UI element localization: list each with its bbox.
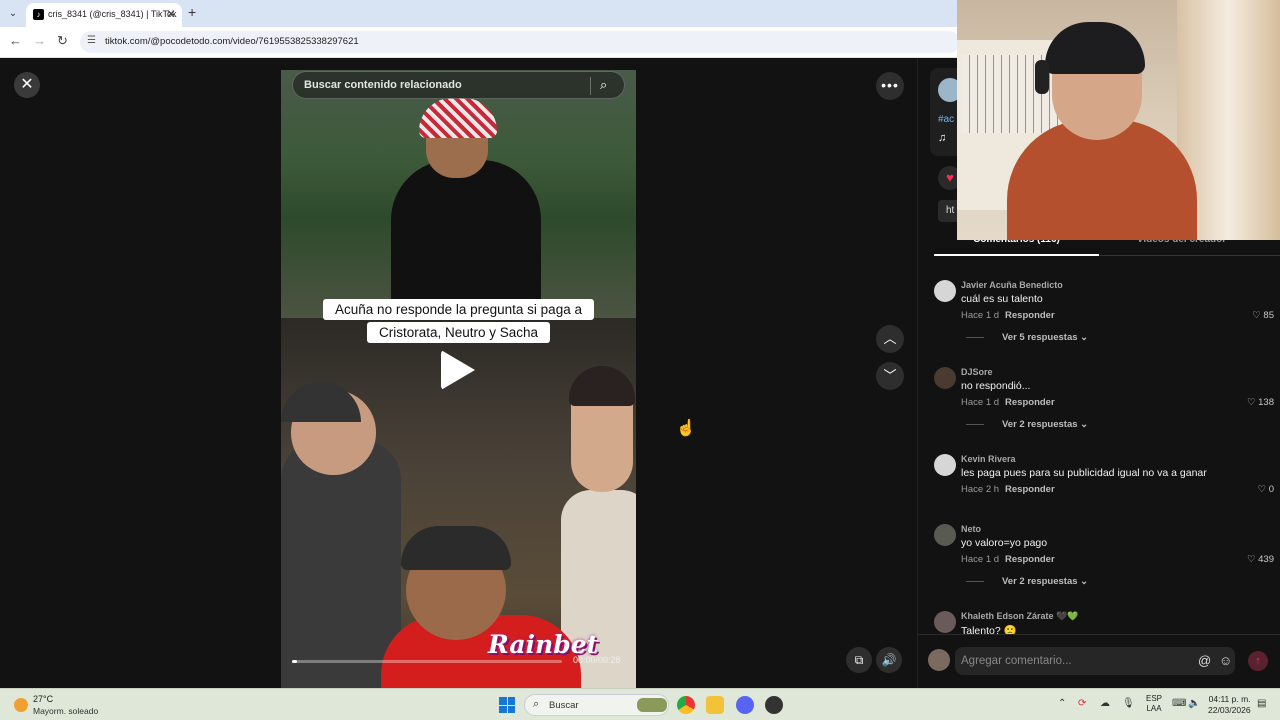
avatar[interactable]	[934, 454, 956, 476]
reply-button[interactable]: Responder	[1005, 310, 1055, 321]
comment-meta: Hace 1 d Responder	[961, 310, 1055, 321]
search-divider	[590, 77, 591, 95]
related-search-input[interactable]: Buscar contenido relacionado ⌕	[292, 71, 625, 99]
avatar[interactable]	[928, 649, 950, 671]
comment-text: cuál es su talento	[961, 293, 1043, 305]
reply-button[interactable]: Responder	[1005, 397, 1055, 408]
address-bar[interactable]: ☰ tiktok.com/@pocodetodo.com/video/76195…	[80, 31, 960, 53]
comment-input[interactable]: Agregar comentario...	[955, 647, 1235, 675]
new-tab-plus-icon[interactable]: +	[188, 4, 196, 20]
more-options-icon[interactable]: •••	[876, 72, 904, 100]
comment-username[interactable]: Khaleth Edson Zárate 🖤💚	[961, 611, 1078, 622]
search-icon[interactable]: ⌕	[600, 77, 607, 93]
progress-bar[interactable]	[292, 660, 562, 663]
sync-icon[interactable]: ⟳	[1078, 698, 1086, 709]
comment-list: Javier Acuña Benedicto cuál es su talent…	[918, 274, 1280, 634]
comment-username[interactable]: Kevin Rivera	[961, 454, 1016, 464]
avatar[interactable]	[934, 280, 956, 302]
reply-button[interactable]: Responder	[1005, 554, 1055, 565]
comment-text: Talento? 🙁	[961, 625, 1017, 634]
chrome-icon[interactable]	[677, 696, 695, 714]
hashtag-link[interactable]: #ac	[938, 114, 954, 125]
headset-icon	[1035, 60, 1049, 94]
add-comment-bar: Agregar comentario... @ ☺ ↑	[918, 634, 1280, 688]
floating-player-icon[interactable]: ⧉	[846, 647, 872, 673]
person-figure	[401, 526, 511, 570]
comment-username[interactable]: Neto	[961, 524, 981, 534]
streamer-figure	[1045, 22, 1145, 74]
tab-close-icon[interactable]: ✕	[166, 7, 176, 21]
chevron-up-icon[interactable]: ︿	[876, 325, 904, 353]
avatar[interactable]	[934, 611, 956, 633]
volume-icon[interactable]: 🔊	[876, 647, 902, 673]
comment-username[interactable]: Javier Acuña Benedicto	[961, 280, 1063, 290]
send-arrow-icon[interactable]: ↑	[1248, 651, 1268, 671]
chevron-down-icon[interactable]: ﹀	[876, 362, 904, 390]
file-explorer-icon[interactable]	[706, 696, 724, 714]
progress-fill	[292, 660, 298, 663]
browser-tab[interactable]: ♪ cris_8341 (@cris_8341) | TikTok ✕	[26, 3, 182, 27]
emoji-icon[interactable]: ☺	[1219, 653, 1232, 668]
url-text[interactable]: tiktok.com/@pocodetodo.com/video/7619553…	[105, 36, 359, 47]
network-icon[interactable]: ⌨	[1172, 698, 1186, 709]
tiktok-favicon-icon: ♪	[33, 9, 44, 20]
discord-icon[interactable]	[736, 696, 754, 714]
chevron-up-icon[interactable]: ⌃	[1058, 698, 1066, 709]
screen: ⌄ ♪ cris_8341 (@cris_8341) | TikTok ✕ + …	[0, 0, 1280, 720]
weather-temperature[interactable]: 27°C	[33, 694, 53, 704]
close-icon[interactable]: ✕	[14, 72, 40, 98]
tab-title: cris_8341 (@cris_8341) | TikTok	[48, 9, 177, 19]
music-note-icon[interactable]: ♫	[938, 132, 946, 144]
webcam-overlay	[957, 0, 1280, 240]
language-indicator[interactable]: ESP LAA	[1146, 694, 1162, 714]
mention-icon[interactable]: @	[1198, 653, 1211, 668]
microphone-icon[interactable]: 🎙	[1122, 698, 1135, 709]
view-replies-button[interactable]: Ver 2 respuestas ⌄	[966, 419, 1088, 430]
play-icon[interactable]	[441, 350, 475, 390]
video-caption-line-2: Cristorata, Neutro y Sacha	[281, 322, 636, 343]
taskbar-clock[interactable]: 04:11 p. m. 22/03/2026	[1208, 694, 1251, 716]
forward-arrow-icon[interactable]: →	[33, 33, 46, 48]
search-icon: ⌕	[533, 698, 540, 710]
windows-start-icon[interactable]	[499, 697, 515, 713]
video-time: 00:00/00:28	[573, 655, 621, 665]
site-info-icon[interactable]: ☰	[87, 35, 96, 46]
hand-cursor-icon: ☝	[676, 420, 696, 437]
cloud-icon[interactable]: ☁	[1100, 698, 1110, 709]
comment-text: les paga pues para su publicidad igual n…	[961, 467, 1207, 479]
avatar[interactable]	[934, 367, 956, 389]
speaker-icon[interactable]: 🔈	[1188, 698, 1200, 709]
obs-icon[interactable]	[765, 696, 783, 714]
comment-like-button[interactable]: ♡ 0	[1258, 484, 1274, 495]
comment-like-button[interactable]: ♡ 439	[1247, 554, 1274, 565]
weather-description[interactable]: Mayorm. soleado	[33, 706, 98, 716]
comment-meta: Hace 2 h Responder	[961, 484, 1055, 495]
video-caption-line-1: Acuña no responde la pregunta si paga a	[281, 299, 636, 320]
comment-text: no respondió...	[961, 380, 1031, 392]
video-player[interactable]: Buscar contenido relacionado ⌕ Acuña no …	[281, 70, 636, 688]
comment-like-button[interactable]: ♡ 85	[1252, 310, 1274, 321]
avatar[interactable]	[934, 524, 956, 546]
comment-meta: Hace 1 d Responder	[961, 554, 1055, 565]
view-replies-button[interactable]: Ver 2 respuestas ⌄	[966, 576, 1088, 587]
tab-search-icon[interactable]: ⌄	[4, 5, 22, 23]
reply-button[interactable]: Responder	[1005, 484, 1055, 495]
search-highlight-icon	[637, 698, 667, 712]
comment-text: yo valoro=yo pago	[961, 537, 1048, 549]
view-replies-button[interactable]: Ver 5 respuestas ⌄	[966, 332, 1088, 343]
notification-icon[interactable]: ▤	[1257, 698, 1266, 709]
comment-meta: Hace 1 d Responder	[961, 397, 1055, 408]
windows-taskbar: 27°C Mayorm. soleado ⌕ Buscar ⌃ ⟳ ☁ 🎙 ES…	[0, 688, 1280, 720]
comment-like-button[interactable]: ♡ 138	[1247, 397, 1274, 408]
comment-username[interactable]: DJSore	[961, 367, 993, 377]
search-placeholder: Buscar contenido relacionado	[304, 79, 462, 91]
person-figure	[391, 160, 541, 320]
back-arrow-icon[interactable]: ←	[9, 33, 22, 48]
taskbar-search-label: Buscar	[549, 700, 579, 711]
reload-icon[interactable]: ↻	[57, 33, 68, 49]
sun-icon[interactable]	[14, 698, 28, 712]
person-figure	[281, 440, 401, 688]
taskbar-search[interactable]: ⌕ Buscar	[524, 694, 669, 716]
